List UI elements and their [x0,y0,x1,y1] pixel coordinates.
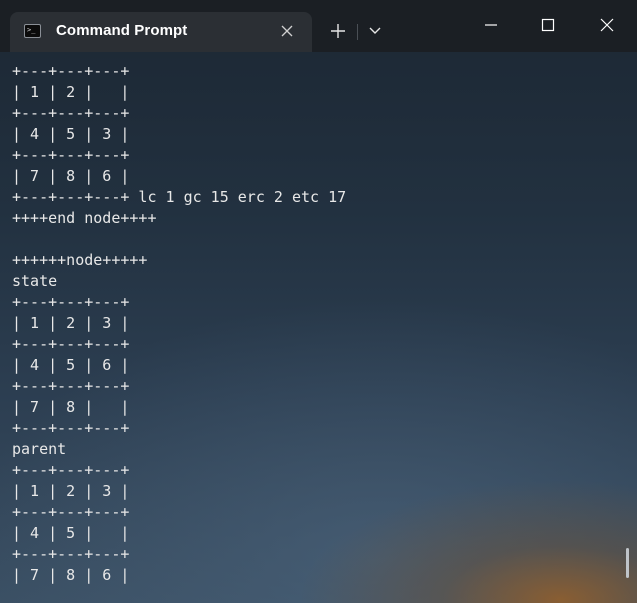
tab-title: Command Prompt [56,22,188,39]
new-tab-button[interactable] [321,14,355,48]
terminal-line: +---+---+---+ [12,146,130,164]
close-tab-button[interactable] [276,20,298,42]
tab-dropdown-button[interactable] [358,14,392,48]
close-icon [281,25,293,37]
terminal-line: ++++++node+++++ [12,251,148,269]
close-icon [600,18,614,32]
terminal-line: +---+---+---+ [12,293,130,311]
terminal-line: +---+---+---+ [12,335,130,353]
terminal-icon: >_ [24,24,41,38]
terminal-line: ++++end node++++ [12,209,157,227]
terminal-icon-glyph: >_ [27,26,36,34]
terminal-line: +---+---+---+ [12,62,130,80]
terminal-line: | 7 | 8 | | [12,398,130,416]
tab-command-prompt[interactable]: >_ Command Prompt [10,12,312,52]
maximize-button[interactable] [525,4,571,46]
terminal-line: +---+---+---+ [12,377,130,395]
terminal-line: | 7 | 8 | 6 | [12,167,130,185]
terminal-line: | 1 | 2 | | [12,83,130,101]
scrollbar[interactable] [624,56,632,603]
terminal-line: +---+---+---+ [12,545,130,563]
terminal-line: | 1 | 2 | 3 | [12,314,130,332]
terminal-output[interactable]: +---+---+---+ | 1 | 2 | | +---+---+---+ | 4… [12,61,612,601]
terminal-line: | 1 | 2 | 3 | [12,482,130,500]
minimize-button[interactable] [468,4,514,46]
terminal-line: | 7 | 8 | 6 | [12,566,130,584]
terminal-line: | 4 | 5 | | [12,524,130,542]
scrollbar-thumb[interactable] [626,548,629,578]
title-bar[interactable]: >_ Command Prompt [0,0,637,52]
close-window-button[interactable] [584,4,630,46]
terminal-line: | 4 | 5 | 3 | [12,125,130,143]
chevron-down-icon [369,27,381,34]
terminal-line: +---+---+---+ [12,461,130,479]
maximize-icon [541,18,555,32]
terminal-line: +---+---+---+ [12,419,130,437]
terminal-line: state [12,272,58,290]
terminal-line: parent [12,440,67,458]
terminal-line: +---+---+---+ [12,104,130,122]
terminal-line: | 4 | 5 | 6 | [12,356,130,374]
minimize-icon [485,24,497,26]
terminal-line: +---+---+---+ lc 1 gc 15 erc 2 etc 17 [12,188,347,206]
plus-icon [331,24,345,38]
terminal-line: +---+---+---+ [12,503,130,521]
terminal-window: >_ Command Prompt +---+---+---+ | 1 | 2 … [0,0,637,603]
